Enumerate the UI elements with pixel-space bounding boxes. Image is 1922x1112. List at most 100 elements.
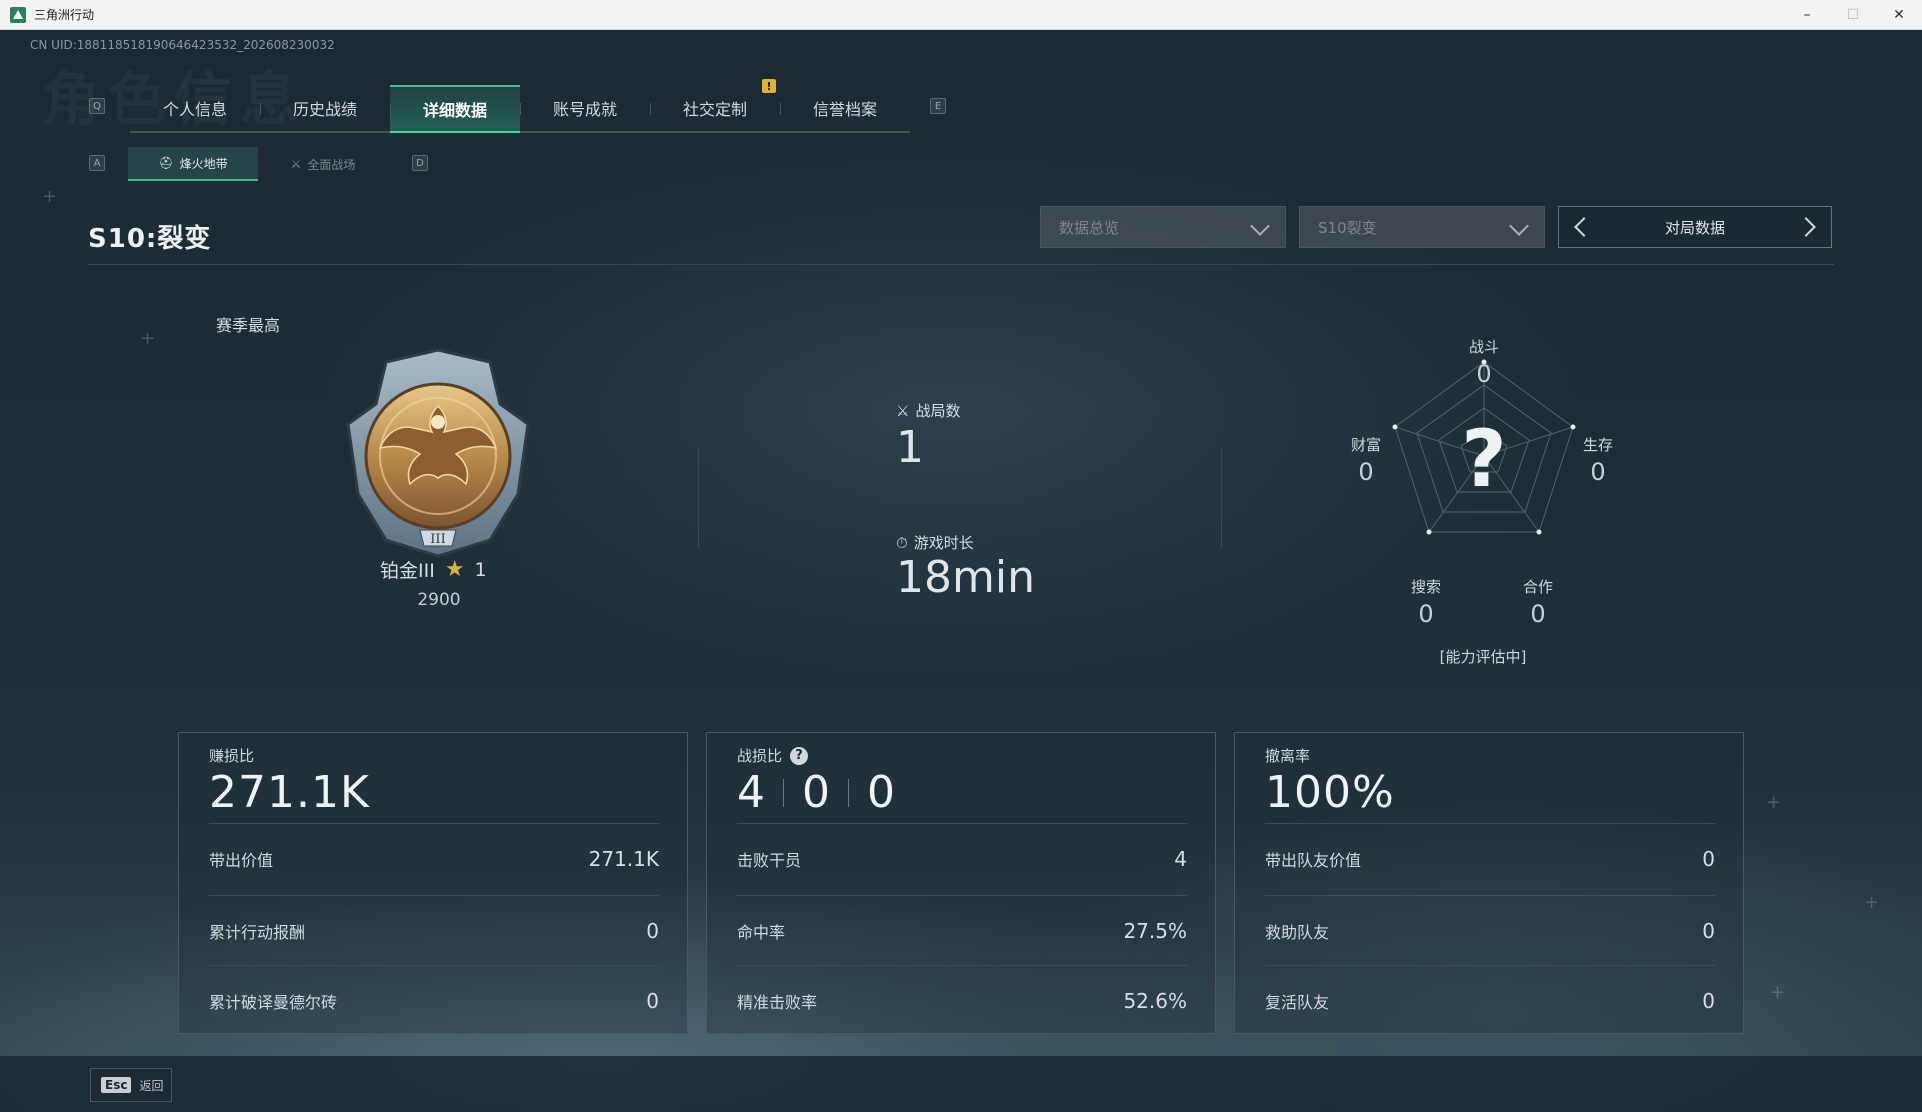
esc-key-icon: Esc xyxy=(101,1077,132,1093)
tab-detailed-data[interactable]: 详细数据 xyxy=(390,85,520,133)
matches-label-row: ⚔ 战局数 xyxy=(896,400,960,421)
radar-value-combat: 0 xyxy=(1476,360,1492,388)
header-divider xyxy=(88,264,1834,265)
subtab-label: 烽火地带 xyxy=(179,156,228,171)
kd-card: 战损比 ? 4 0 0 击败干员 4 命中率 27.5% 精准击败率 52.6% xyxy=(706,732,1216,1034)
playtime-label: 游戏时长 xyxy=(913,534,974,552)
tab-credit-record[interactable]: 信誉档案 xyxy=(780,85,910,131)
radar-unknown-mark: ? xyxy=(1461,415,1506,505)
main-tabs: 个人信息 历史战绩 详细数据 账号成就 社交定制 信誉档案 xyxy=(130,85,910,133)
back-label: 返回 xyxy=(139,1078,164,1093)
kd-deaths: 0 xyxy=(802,767,830,818)
row-value: 0 xyxy=(646,918,659,943)
row-value: 0 xyxy=(1702,918,1715,943)
medal-tier-text: III xyxy=(430,532,445,547)
crossed-swords-icon: ⚔ xyxy=(896,401,910,420)
tab-match-history[interactable]: 历史战绩 xyxy=(260,85,390,131)
radar-value-search: 0 xyxy=(1418,600,1434,628)
radar-label-survival: 生存 xyxy=(1582,436,1613,454)
pager-label: 对局数据 xyxy=(1664,218,1725,237)
radar-status-note: [能力评估中] xyxy=(1439,648,1527,666)
window-titlebar: 三角洲行动 – ☐ ✕ xyxy=(0,0,1922,30)
playtime-label-row: ⏱ 游戏时长 xyxy=(896,532,974,553)
radar-label-teamwork: 合作 xyxy=(1522,578,1553,596)
decor-plus-icon: + xyxy=(1864,892,1880,913)
rank-name: 铂金III xyxy=(380,560,435,582)
profit-ratio-value: 271.1K xyxy=(209,767,370,818)
card-row: 救助队友 0 xyxy=(1265,895,1715,965)
card-row: 带出价值 271.1K xyxy=(209,823,659,893)
row-value: 0 xyxy=(1702,988,1715,1013)
row-value: 0 xyxy=(646,988,659,1013)
row-label: 累计行动报酬 xyxy=(209,922,306,942)
rank-name-row: 铂金III ★ 1 xyxy=(380,556,487,583)
radar-value-teamwork: 0 xyxy=(1530,600,1546,628)
card-row: 复活队友 0 xyxy=(1265,965,1715,1035)
card-row: 累计行动报酬 0 xyxy=(209,895,659,965)
chevron-down-icon xyxy=(1509,216,1529,236)
kd-values: 4 0 0 xyxy=(737,767,895,818)
tab-personal-info[interactable]: 个人信息 xyxy=(130,85,260,131)
minimize-button[interactable]: – xyxy=(1784,0,1830,30)
section-divider xyxy=(698,448,699,548)
extraction-card: 撤离率 100% 带出队友价值 0 救助队友 0 复活队友 0 xyxy=(1234,732,1744,1034)
maximize-button[interactable]: ☐ xyxy=(1830,0,1876,30)
playtime-value: 18min xyxy=(896,552,1035,603)
card-row: 精准击败率 52.6% xyxy=(737,965,1187,1035)
overview-dropdown[interactable]: 数据总览 xyxy=(1040,206,1286,248)
row-label: 救助队友 xyxy=(1265,922,1330,942)
card-title: 撤离率 xyxy=(1265,747,1311,765)
decor-plus-icon: + xyxy=(42,186,58,207)
rifle-icon: ⚔ xyxy=(290,157,302,171)
matches-label: 战局数 xyxy=(915,402,961,420)
help-icon[interactable]: ? xyxy=(790,746,809,765)
section-divider xyxy=(1221,448,1222,548)
season-best-label: 赛季最高 xyxy=(216,316,281,335)
card-row: 累计破译曼德尔砖 0 xyxy=(209,965,659,1035)
window-title: 三角洲行动 xyxy=(34,8,95,22)
season-dropdown-value: S10裂变 xyxy=(1318,218,1377,237)
player-uid: CN UID:18811851819064642353​2_2026082300… xyxy=(30,38,335,52)
season-title: S10:裂变 xyxy=(88,224,212,254)
chevron-left-icon[interactable] xyxy=(1574,217,1594,237)
card-title: 赚损比 xyxy=(209,747,255,765)
decor-plus-icon: + xyxy=(1766,792,1782,813)
helmet-icon: ⛑ xyxy=(158,156,174,170)
extraction-rate-value: 100% xyxy=(1265,767,1395,818)
row-value: 27.5% xyxy=(1123,918,1187,943)
game-viewport: 角色信息 CN UID:18811851819064642353​2_20260… xyxy=(0,30,1922,1112)
subtab-hazard-zone[interactable]: ⛑ 烽火地带 xyxy=(128,147,258,181)
overview-dropdown-value: 数据总览 xyxy=(1059,218,1120,237)
stopwatch-icon: ⏱ xyxy=(896,533,908,552)
row-label: 击败干员 xyxy=(737,850,802,870)
subtab-label: 全面战场 xyxy=(307,157,356,172)
mode-subtabs: ⛑ 烽火地带 ⚔ 全面战场 xyxy=(128,147,388,181)
subtab-full-battlefield[interactable]: ⚔ 全面战场 xyxy=(258,147,388,181)
tab-social-custom[interactable]: 社交定制 xyxy=(650,85,780,131)
close-button[interactable]: ✕ xyxy=(1876,0,1922,30)
back-button[interactable]: Esc 返回 xyxy=(90,1068,172,1102)
key-hint-q[interactable]: Q xyxy=(89,98,105,114)
row-value: 271.1K xyxy=(588,846,659,871)
tab-achievements[interactable]: 账号成就 xyxy=(520,85,650,131)
radar-value-survival: 0 xyxy=(1590,458,1606,486)
row-label: 累计破译曼德尔砖 xyxy=(209,992,338,1012)
season-dropdown[interactable]: S10裂变 xyxy=(1299,206,1545,248)
rank-points: 2900 xyxy=(417,590,461,610)
star-icon: ★ xyxy=(444,557,465,582)
kd-separator xyxy=(848,778,849,807)
radar-value-wealth: 0 xyxy=(1358,458,1374,486)
chevron-right-icon[interactable] xyxy=(1796,217,1816,237)
key-hint-d[interactable]: D xyxy=(412,155,428,171)
card-title: 战损比 ? xyxy=(737,745,809,766)
key-hint-a[interactable]: A xyxy=(89,155,105,171)
row-value: 0 xyxy=(1702,846,1715,871)
row-label: 命中率 xyxy=(737,922,786,942)
row-value: 4 xyxy=(1174,846,1187,871)
window-controls: – ☐ ✕ xyxy=(1784,0,1922,30)
row-label: 带出队友价值 xyxy=(1265,850,1362,870)
matches-value: 1 xyxy=(896,422,924,473)
app-logo-icon xyxy=(10,6,26,23)
rank-stars: 1 xyxy=(474,558,487,581)
key-hint-e[interactable]: E xyxy=(930,98,946,114)
